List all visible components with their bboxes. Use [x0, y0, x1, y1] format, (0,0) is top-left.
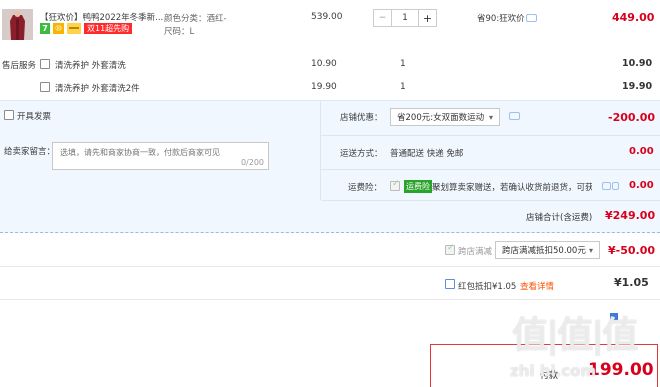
- card-icon: [67, 23, 81, 34]
- chat-bubble-icon[interactable]: [509, 112, 520, 120]
- watermark-logo: 值|值|值: [512, 315, 638, 356]
- insurance-amount: 0.00: [629, 180, 654, 191]
- message-label: 给卖家留言：: [4, 147, 56, 157]
- minus-button[interactable]: −: [374, 10, 392, 26]
- badge-double11: 双11超先购: [84, 23, 133, 34]
- store-coupon-amount: -200.00: [608, 111, 656, 124]
- service-price: 19.90: [311, 82, 337, 92]
- store-coupon-label: 店铺优惠：: [340, 113, 383, 123]
- service-total: 10.90: [622, 58, 653, 69]
- insurance-checkbox[interactable]: [390, 179, 400, 191]
- quantity-stepper: − 1 +: [373, 9, 437, 27]
- invoice-checkbox[interactable]: [4, 110, 14, 120]
- message-counter: 0/200: [240, 158, 264, 167]
- watermark-url: zhi hi.com: [510, 362, 597, 380]
- service-price: 10.90: [311, 59, 337, 69]
- store-total-label: 店铺合计(含运费): [526, 213, 593, 223]
- service-qty: 1: [400, 82, 406, 92]
- service-checkbox[interactable]: [40, 59, 50, 69]
- cross-store-checkbox[interactable]: [445, 243, 455, 255]
- plus-button[interactable]: +: [418, 10, 436, 26]
- redpacket-label: 红包抵扣¥1.05: [458, 282, 517, 292]
- service-name: 清洗养护 外套清洗2件: [55, 84, 140, 94]
- shipping-label: 运送方式：: [340, 149, 383, 159]
- product-thumbnail[interactable]: [2, 9, 33, 40]
- redpacket-link[interactable]: 查看详情: [520, 280, 554, 292]
- cross-store-value: 跨店满减抵扣50.00元: [502, 246, 586, 256]
- unit-price: 539.00: [311, 12, 343, 22]
- service-total: 19.90: [622, 81, 653, 92]
- cross-store-select[interactable]: 跨店满减抵扣50.00元 ▾: [495, 241, 600, 259]
- badge-seven: 7: [40, 23, 50, 34]
- chevron-down-icon: ▾: [488, 112, 493, 122]
- message-input[interactable]: [53, 143, 268, 169]
- insurance-desc: 聚划算卖家赠送，若确认收货前退货，可获...: [432, 183, 592, 193]
- service-name: 清洗养护 外套清洗: [55, 61, 126, 71]
- cross-store-amount: ¥-50.00: [608, 244, 656, 257]
- band-row-line: [321, 200, 660, 201]
- service-checkbox[interactable]: [40, 82, 50, 92]
- redpacket-amount: ¥1.05: [614, 276, 649, 289]
- chat-bubble-icon[interactable]: [602, 182, 619, 190]
- chevron-down-icon: ▾: [588, 245, 593, 255]
- product-title[interactable]: 【狂欢价】鸭鸭2022年冬季新...: [40, 11, 163, 23]
- band-row-line: [321, 169, 660, 170]
- discount-text: 省90:狂欢价: [477, 14, 525, 24]
- invoice-label: 开具发票: [17, 112, 52, 122]
- service-qty: 1: [400, 59, 406, 69]
- chat-bubble-icon[interactable]: [526, 14, 537, 22]
- redpacket-checkbox[interactable]: [445, 279, 455, 289]
- cross-store-label: 跨店满减: [458, 247, 493, 257]
- quantity-input[interactable]: 1: [392, 10, 418, 26]
- item-subtotal: 449.00: [612, 11, 655, 24]
- payment-price: 199.00: [588, 360, 654, 380]
- badge-guarantee: ⑩: [53, 23, 64, 34]
- redpacket-row: [0, 268, 660, 300]
- size-spec: 尺码：L: [164, 27, 195, 37]
- store-total-amount: ¥249.00: [605, 209, 656, 222]
- shipping-amount: 0.00: [629, 146, 654, 157]
- promo-badges: 7 ⑩ 双11超先购: [40, 23, 133, 34]
- message-box[interactable]: 0/200: [52, 142, 269, 170]
- store-coupon-select[interactable]: 省200元:女双面数运动 ▾: [390, 108, 500, 126]
- item-row: 【狂欢价】鸭鸭2022年冬季新... 7 ⑩ 双11超先购 颜色分类：酒红- 尺…: [0, 0, 660, 40]
- store-coupon-value: 省200元:女双面数运动: [397, 113, 485, 123]
- insurance-label: 运费险：: [348, 183, 383, 193]
- service-row: 清洗养护 外套清洗 10.90 1 10.90: [0, 53, 660, 75]
- band-divider: [320, 100, 321, 200]
- band-row-line: [321, 135, 660, 136]
- color-spec: 颜色分类：酒红-: [164, 14, 227, 24]
- service-row: 清洗养护 外套清洗2件 19.90 1 19.90: [0, 76, 660, 98]
- shipping-method: 普通配送 快递 免邮: [390, 149, 464, 159]
- insurance-tag: 运费险: [404, 180, 432, 193]
